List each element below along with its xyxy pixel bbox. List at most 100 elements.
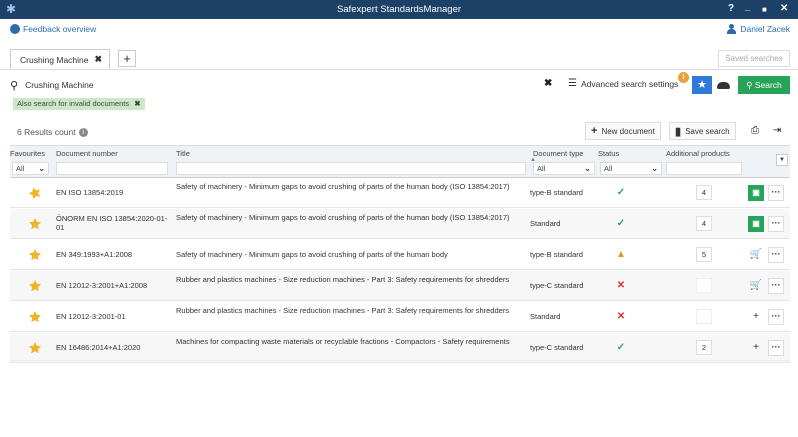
saved-searches-button[interactable]: Saved searches <box>718 50 790 67</box>
cart-action-icon[interactable]: 🛒 <box>748 247 764 263</box>
document-type-filter-select[interactable]: All ⌄ <box>533 162 595 175</box>
search-button[interactable]: ⚲ Search <box>738 76 790 94</box>
user-name: Daniel Zacek <box>740 24 790 34</box>
document-action-icon[interactable]: ▣ <box>748 185 764 201</box>
favourite-star-icon[interactable] <box>28 279 42 293</box>
header-document-number[interactable]: Document number <box>56 149 118 158</box>
table-row[interactable]: EN 12012-3:2001-01 Rubber and plastics ma… <box>10 302 790 332</box>
new-document-button[interactable]: + New document <box>585 122 661 140</box>
save-search-button[interactable]: ▮ Save search <box>669 122 736 140</box>
more-options-button[interactable]: ··· <box>768 340 784 356</box>
status-filter-select[interactable]: All ⌄ <box>600 162 662 175</box>
additional-products-count[interactable]: 4 <box>696 216 712 231</box>
print-button[interactable]: ⎙ <box>746 122 764 140</box>
title-filter-input[interactable] <box>176 162 526 175</box>
header-title[interactable]: Title <box>176 149 190 158</box>
minimize-icon[interactable]: _ <box>745 1 751 12</box>
table-row[interactable]: ÖNORM EN ISO 13854:2020-01-01 Safety of m… <box>10 209 790 239</box>
export-icon: ⇥ <box>772 125 782 136</box>
invalid-documents-filter-chip[interactable]: Also search for invalid documents ✖ <box>13 98 145 110</box>
add-action-icon[interactable]: + <box>748 340 764 356</box>
maximize-icon[interactable]: ■ <box>762 5 767 14</box>
add-tab-button[interactable]: + <box>118 50 136 67</box>
tab-close-icon[interactable]: ✖ <box>95 54 103 65</box>
document-title[interactable]: Safety of machinery - Minimum gaps to av… <box>176 213 526 222</box>
tab-bar: Crushing Machine ✖ + Saved searches <box>0 41 798 70</box>
status-valid-icon: ✓ <box>616 342 626 353</box>
header-document-type[interactable]: Document type <box>533 149 583 158</box>
document-number[interactable]: EN 16486:2014+A1:2020 <box>56 343 168 352</box>
favourite-star-icon[interactable] <box>28 310 42 324</box>
additional-products-count[interactable]: 2 <box>696 340 712 355</box>
table-row[interactable]: EN 12012-3:2001+A1:2008 Rubber and plasti… <box>10 271 790 301</box>
document-number-filter-input[interactable] <box>56 162 168 175</box>
header-favourites[interactable]: Favourites <box>10 149 45 158</box>
status-valid-icon: ✓ <box>616 218 626 229</box>
search-button-icon: ⚲ <box>746 80 753 90</box>
clear-search-icon[interactable]: ✖ <box>544 78 552 89</box>
tab-crushing-machine[interactable]: Crushing Machine ✖ <box>10 49 110 69</box>
chevron-down-icon: ⌄ <box>38 164 45 173</box>
additional-products-count[interactable] <box>696 309 712 324</box>
favourites-filter-select[interactable]: All ⌄ <box>12 162 49 175</box>
table-row[interactable]: EN 349:1993+A1:2008 Safety of machinery -… <box>10 240 790 270</box>
chevron-down-icon: ⌄ <box>584 164 591 173</box>
favourite-star-icon[interactable] <box>28 217 42 231</box>
status-valid-icon: ✓ <box>616 187 626 198</box>
document-type: Standard <box>530 312 561 321</box>
cart-action-icon[interactable]: 🛒 <box>748 278 764 294</box>
document-action-icon[interactable]: ▣ <box>748 216 764 232</box>
more-options-button[interactable]: ··· <box>768 185 784 201</box>
list-settings-icon: ☰ <box>568 78 577 89</box>
favourite-star-icon[interactable] <box>28 341 42 355</box>
new-document-label: New document <box>601 126 655 136</box>
additional-products-count[interactable] <box>696 278 712 293</box>
status-invalid-icon: ✕ <box>616 311 626 322</box>
additional-products-filter-input[interactable] <box>666 162 742 175</box>
results-count: 6 Results count i <box>17 127 88 137</box>
results-count-label: 6 Results count <box>17 127 76 137</box>
header-status[interactable]: Status <box>598 149 619 158</box>
more-options-button[interactable]: ··· <box>768 247 784 263</box>
document-type: type-B standard <box>530 188 583 197</box>
add-action-icon[interactable]: + <box>748 309 764 325</box>
document-title[interactable]: Safety of machinery - Minimum gaps to av… <box>176 250 526 259</box>
export-button[interactable]: ⇥ <box>768 122 786 140</box>
more-options-button[interactable]: ··· <box>768 309 784 325</box>
advanced-search-settings-button[interactable]: ☰ Advanced search settings <box>568 78 678 89</box>
document-number[interactable]: ÖNORM EN ISO 13854:2020-01-01 <box>56 214 168 232</box>
search-button-label: Search <box>754 80 782 90</box>
more-options-button[interactable]: ··· <box>768 278 784 294</box>
cloud-button[interactable] <box>715 77 732 93</box>
document-title[interactable]: Safety of machinery - Minimum gaps to av… <box>176 182 526 191</box>
plus-icon: + <box>591 125 598 137</box>
column-filter-icon[interactable]: ▼ <box>776 154 788 166</box>
search-input[interactable] <box>25 80 560 90</box>
feedback-overview-link[interactable]: Feedback overview <box>10 24 96 34</box>
table-row[interactable]: EN ISO 13854:2019 Safety of machinery - M… <box>10 178 790 208</box>
bookmark-icon: ▮ <box>675 125 682 138</box>
header-additional-products[interactable]: Additional products <box>666 149 730 158</box>
document-number[interactable]: EN ISO 13854:2019 <box>56 188 168 197</box>
document-number[interactable]: EN 12012-3:2001+A1:2008 <box>56 281 168 290</box>
document-title[interactable]: Rubber and plastics machines - Size redu… <box>176 275 526 284</box>
help-icon[interactable]: ? <box>728 3 734 14</box>
filter-chip-label: Also search for invalid documents <box>17 99 130 108</box>
filter-chip-close-icon[interactable]: ✖ <box>134 99 140 108</box>
document-title[interactable]: Machines for compacting waste materials … <box>176 337 526 346</box>
advanced-search-badge: ! <box>678 72 689 83</box>
tab-label: Crushing Machine <box>20 54 89 65</box>
more-options-button[interactable]: ··· <box>768 216 784 232</box>
info-icon[interactable]: i <box>78 127 88 137</box>
document-title[interactable]: Rubber and plastics machines - Size redu… <box>176 306 526 315</box>
additional-products-count[interactable]: 5 <box>696 247 712 262</box>
favourite-filter-button[interactable]: ★ <box>692 76 712 94</box>
favourite-star-icon[interactable] <box>28 186 42 200</box>
user-menu[interactable]: Daniel Zacek <box>727 24 790 34</box>
table-row[interactable]: EN 16486:2014+A1:2020 Machines for compac… <box>10 333 790 363</box>
close-icon[interactable]: ✕ <box>780 3 788 14</box>
document-number[interactable]: EN 349:1993+A1:2008 <box>56 250 168 259</box>
additional-products-count[interactable]: 4 <box>696 185 712 200</box>
favourite-star-icon[interactable] <box>28 248 42 262</box>
document-number[interactable]: EN 12012-3:2001-01 <box>56 312 168 321</box>
